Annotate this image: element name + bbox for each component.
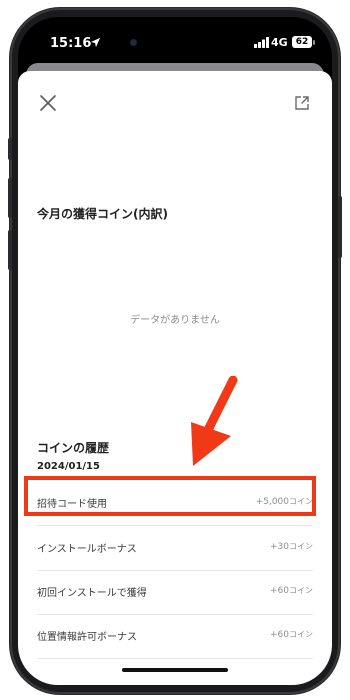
amount-unit: コイン	[289, 630, 313, 639]
close-icon	[40, 95, 56, 111]
row-amount: +60コイン	[270, 629, 313, 640]
status-time: 15:16	[50, 36, 92, 51]
side-button-volume-down	[8, 230, 12, 270]
row-amount: +30コイン	[270, 541, 313, 552]
cellular-signal-icon	[254, 37, 269, 48]
side-button-volume-up	[8, 178, 12, 218]
battery-tip	[313, 40, 315, 45]
home-indicator	[122, 668, 228, 672]
status-bar: 15:16 4G 62	[18, 17, 332, 63]
empty-state-text: データがありません	[130, 315, 220, 326]
share-button[interactable]	[290, 91, 314, 115]
history-row-first-install[interactable]: 初回インストールで獲得 +60コイン	[37, 570, 313, 615]
row-label: 初回インストールで獲得	[37, 588, 147, 599]
row-label: 位置情報許可ボーナス	[37, 632, 137, 643]
amount-unit: コイン	[289, 542, 313, 551]
coin-history-title: コインの履歴	[37, 441, 110, 455]
amount-value: +60	[270, 630, 289, 640]
share-external-icon	[295, 96, 309, 110]
amount-value: +60	[270, 586, 289, 596]
amount-unit: コイン	[289, 586, 313, 595]
dynamic-island	[122, 28, 224, 56]
side-button-action	[8, 138, 12, 160]
highlight-box-annotation	[24, 476, 316, 516]
coin-sheet: 今月の獲得コイン(内訳) データがありません コインの履歴 2024/01/15…	[18, 71, 332, 685]
location-arrow-icon	[90, 37, 101, 48]
history-row-location-bonus[interactable]: 位置情報許可ボーナス +60コイン	[37, 614, 313, 659]
monthly-coins-title: 今月の獲得コイン(内訳)	[37, 207, 168, 221]
history-row-install-bonus[interactable]: インストールボーナス +30コイン	[37, 526, 313, 571]
network-type: 4G	[271, 36, 288, 49]
row-label: インストールボーナス	[37, 544, 137, 555]
side-button-power	[338, 196, 342, 258]
phone-screen: 15:16 4G 62 今月の獲得コイン(内訳) データがありません コインの履…	[18, 17, 332, 685]
front-camera	[130, 39, 137, 46]
history-date: 2024/01/15	[37, 461, 100, 472]
row-amount: +60コイン	[270, 585, 313, 596]
arrow-annotation-icon	[191, 376, 238, 466]
close-button[interactable]	[36, 91, 60, 115]
battery-level: 62	[295, 37, 309, 47]
amount-value: +30	[270, 542, 289, 552]
battery-icon: 62	[292, 36, 312, 48]
